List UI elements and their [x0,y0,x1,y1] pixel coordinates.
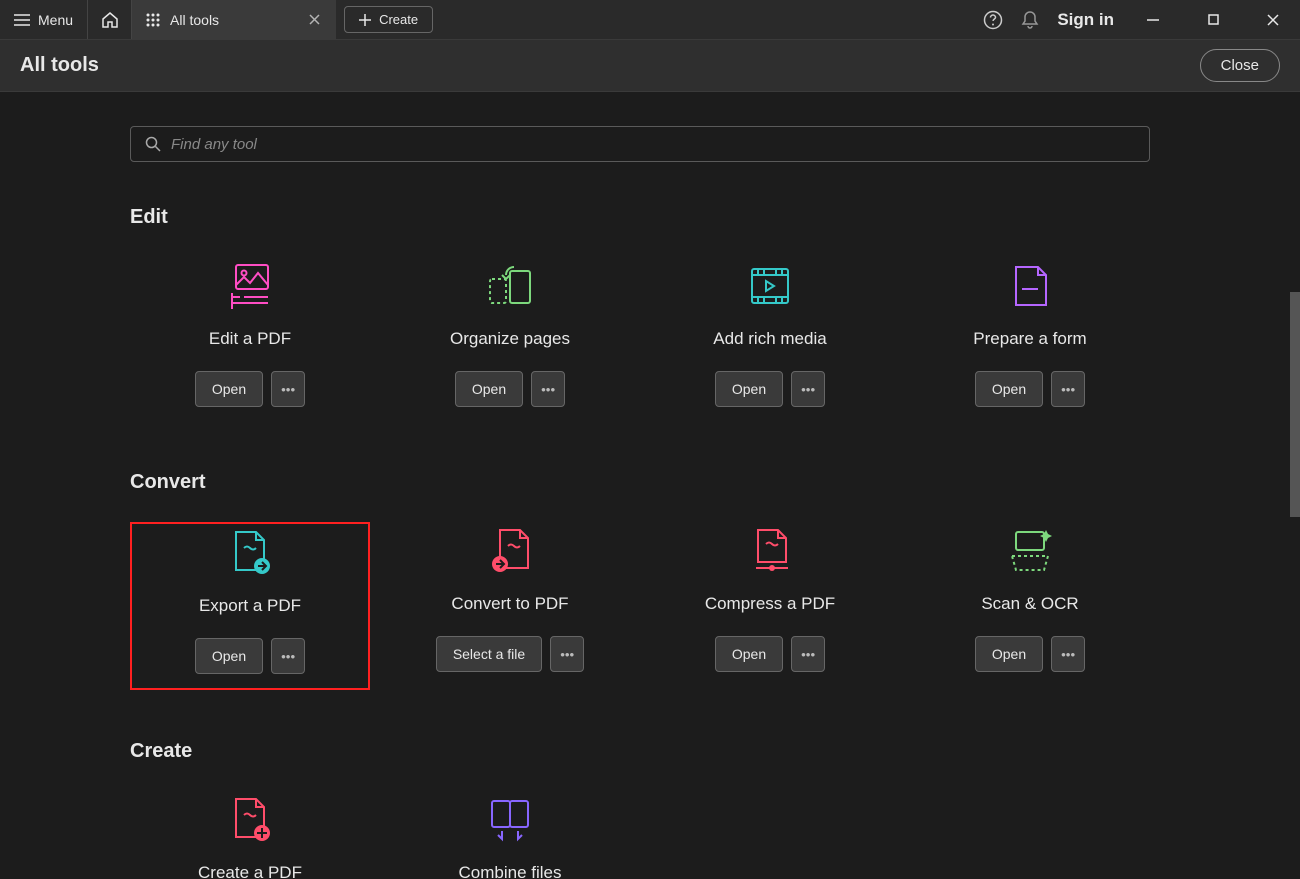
open-button[interactable]: Open [715,636,783,672]
compress-pdf-icon [742,526,798,576]
scan-ocr-icon [1002,526,1058,576]
more-icon: ••• [801,647,815,662]
create-label: Create [379,12,418,27]
page-title: All tools [20,54,99,77]
more-icon: ••• [281,649,295,664]
menu-button[interactable]: Menu [0,0,88,39]
open-button[interactable]: Open [455,371,523,407]
window-close-button[interactable] [1252,0,1294,40]
tool-create-pdf[interactable]: Create a PDF Open ••• [130,791,370,879]
plus-icon [359,14,371,26]
search-icon [145,136,161,152]
more-button[interactable]: ••• [271,638,305,674]
tool-export-pdf[interactable]: Export a PDF Open ••• [130,522,370,690]
content-area: Edit Edit a PDF Open ••• Organize pages … [0,92,1300,879]
more-button[interactable]: ••• [531,371,565,407]
tool-label: Edit a PDF [209,329,291,349]
more-icon: ••• [281,382,295,397]
open-button[interactable]: Open [715,371,783,407]
more-button[interactable]: ••• [791,371,825,407]
tool-scan-ocr[interactable]: Scan & OCR Open ••• [910,522,1150,690]
edit-grid: Edit a PDF Open ••• Organize pages Open … [130,257,1150,421]
tool-label: Compress a PDF [705,594,835,614]
home-icon [101,12,119,28]
tool-edit-pdf[interactable]: Edit a PDF Open ••• [130,257,370,421]
window-minimize-button[interactable] [1132,0,1174,40]
create-grid: Create a PDF Open ••• Combine files Open… [130,791,1150,879]
search-input[interactable] [171,136,1135,153]
more-button[interactable]: ••• [271,371,305,407]
help-icon[interactable] [983,10,1003,30]
convert-to-pdf-icon [482,526,538,576]
export-pdf-icon [222,528,278,578]
tool-compress-pdf[interactable]: Compress a PDF Open ••• [650,522,890,690]
tool-label: Export a PDF [199,596,301,616]
organize-pages-icon [482,261,538,311]
section-title-create: Create [130,740,1150,763]
menu-label: Menu [38,12,73,28]
open-button[interactable]: Open [975,636,1043,672]
tab-all-tools[interactable]: All tools [132,0,336,39]
more-button[interactable]: ••• [1051,636,1085,672]
add-rich-media-icon [742,261,798,311]
home-button[interactable] [88,0,132,39]
window-maximize-button[interactable] [1192,0,1234,40]
signin-button[interactable]: Sign in [1057,10,1114,30]
more-button[interactable]: ••• [1051,371,1085,407]
titlebar: Menu All tools Create Sign in [0,0,1300,40]
apps-grid-icon [146,13,160,27]
hamburger-icon [14,14,30,26]
more-icon: ••• [560,647,574,662]
tool-prepare-form[interactable]: Prepare a form Open ••• [910,257,1150,421]
close-button[interactable]: Close [1200,49,1280,82]
tool-convert-to-pdf[interactable]: Convert to PDF Select a file ••• [390,522,630,690]
tool-label: Scan & OCR [981,594,1078,614]
tool-label: Add rich media [713,329,826,349]
open-button[interactable]: Open [195,638,263,674]
more-icon: ••• [801,382,815,397]
combine-files-icon [482,795,538,845]
tool-organize-pages[interactable]: Organize pages Open ••• [390,257,630,421]
tab-label: All tools [170,12,219,28]
more-icon: ••• [1061,382,1075,397]
tool-label: Prepare a form [973,329,1086,349]
scrollbar[interactable] [1290,292,1300,517]
tool-label: Combine files [459,863,562,879]
subheader: All tools Close [0,40,1300,92]
create-pdf-icon [222,795,278,845]
select-file-button[interactable]: Select a file [436,636,542,672]
more-icon: ••• [1061,647,1075,662]
section-title-edit: Edit [130,206,1150,229]
tool-label: Create a PDF [198,863,302,879]
more-button[interactable]: ••• [550,636,584,672]
tab-close-icon[interactable] [309,14,320,25]
tool-combine-files[interactable]: Combine files Open ••• [390,791,630,879]
convert-grid: Export a PDF Open ••• Convert to PDF Sel… [130,522,1150,690]
search-box[interactable] [130,126,1150,162]
open-button[interactable]: Open [195,371,263,407]
tool-label: Convert to PDF [451,594,568,614]
section-title-convert: Convert [130,471,1150,494]
more-icon: ••• [541,382,555,397]
open-button[interactable]: Open [975,371,1043,407]
tool-add-rich-media[interactable]: Add rich media Open ••• [650,257,890,421]
edit-pdf-icon [222,261,278,311]
more-button[interactable]: ••• [791,636,825,672]
create-button[interactable]: Create [344,6,433,33]
bell-icon[interactable] [1021,10,1039,30]
tool-label: Organize pages [450,329,570,349]
prepare-form-icon [1002,261,1058,311]
